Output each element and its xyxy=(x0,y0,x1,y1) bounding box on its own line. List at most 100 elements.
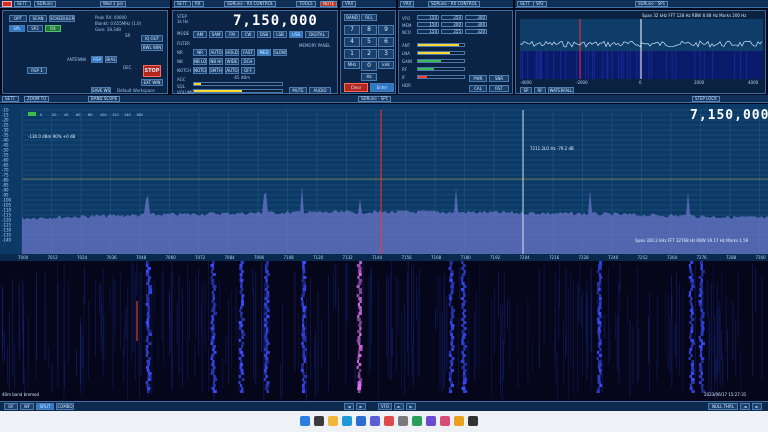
keypad-key[interactable]: 4 xyxy=(344,37,360,47)
settings-chip-rx[interactable]: SETT. xyxy=(174,1,191,7)
scheduler-button[interactable]: SCHEDULER xyxy=(49,15,75,22)
zoom-to-button[interactable]: ZOOM TO xyxy=(24,96,50,102)
band-button[interactable]: BAND xyxy=(344,14,360,21)
settings-icon[interactable] xyxy=(398,416,408,426)
mem-value-1[interactable]: 150 xyxy=(417,22,439,27)
agc-slow-button[interactable]: SLOW xyxy=(273,49,287,56)
mode-lsb-button[interactable]: LSB xyxy=(273,31,287,38)
nco-value-3[interactable]: 320 xyxy=(465,29,487,34)
settings-chip[interactable]: SETT. xyxy=(14,1,31,7)
right-next-icon[interactable]: ► xyxy=(752,403,762,410)
unit-khz-button[interactable]: kHz xyxy=(378,61,394,69)
start-icon[interactable] xyxy=(300,416,310,426)
rsp-select[interactable]: RSP 1 xyxy=(27,67,47,74)
gain-level-bar[interactable] xyxy=(417,67,465,71)
right-prev-icon[interactable]: ◄ xyxy=(740,403,750,410)
smooth-button[interactable]: SMTH xyxy=(209,67,223,74)
antenna-a-button[interactable]: RSP xyxy=(91,56,103,63)
agc-fast-button[interactable]: FAST xyxy=(241,49,255,56)
notch-auto-button[interactable]: AUTO xyxy=(225,67,239,74)
keypad-key[interactable]: 7 xyxy=(344,25,360,35)
mode-dsb-button[interactable]: DSB xyxy=(257,31,271,38)
vrx-chip-2[interactable]: VRX xyxy=(400,1,415,7)
clear-button[interactable]: Clear xyxy=(344,83,368,92)
keypad-key[interactable]: 9 xyxy=(378,25,394,35)
spectrum-graph[interactable]: -10-15-20-25-30-35-40-45-50-55-60-65-70-… xyxy=(0,104,768,254)
media-icon[interactable] xyxy=(440,416,450,426)
keypad-key[interactable]: 3 xyxy=(378,49,394,59)
notch-button[interactable]: NOTCH xyxy=(193,67,207,74)
keypad-key[interactable]: 6 xyxy=(378,37,394,47)
nco-value-1[interactable]: 150 xyxy=(417,29,439,34)
rcl-button[interactable]: RCL xyxy=(361,14,377,21)
snr-button[interactable]: SNR xyxy=(489,75,509,82)
search-icon[interactable] xyxy=(314,416,324,426)
scan-button[interactable]: SCAN xyxy=(29,15,47,22)
sp2-sp-button[interactable]: SP xyxy=(520,87,532,94)
rx-button[interactable]: RX xyxy=(45,25,61,32)
keypad-key[interactable]: 5 xyxy=(361,37,377,47)
rx-frequency-display[interactable]: 7,150,000 xyxy=(233,13,318,29)
files-icon[interactable] xyxy=(328,416,338,426)
store-icon[interactable] xyxy=(370,416,380,426)
note-chip[interactable]: NOTE xyxy=(320,1,338,7)
mode-sam-button[interactable]: SAM xyxy=(209,31,223,38)
sp1-button[interactable]: SPL xyxy=(9,25,25,32)
spectrum-display[interactable]: -10 -15 -20 -25 -30 -35 -40 -45 -50 -55 -60 -65 -70-… xyxy=(0,104,768,254)
null-thrl-button[interactable]: NULL THRL xyxy=(708,403,738,410)
mode-cw-button[interactable]: CW xyxy=(241,31,255,38)
of-button[interactable]: OF xyxy=(4,403,18,410)
chrome-icon[interactable] xyxy=(454,416,464,426)
forward-icon[interactable]: ► xyxy=(394,403,404,410)
mode-digital-button[interactable]: DIGITAL xyxy=(305,31,329,38)
sp2-button[interactable]: SP2 xyxy=(27,25,43,32)
keypad-key[interactable]: 8 xyxy=(361,25,377,35)
unit-hz-button[interactable]: Hz xyxy=(361,73,377,81)
gain-level-bar[interactable] xyxy=(417,59,465,63)
mode-usb-button[interactable]: USB xyxy=(289,31,303,38)
unit-mhz-button[interactable]: MHz xyxy=(344,61,360,69)
mode-fm-button[interactable]: FM xyxy=(225,31,239,38)
waterfall[interactable]: 40m band bremod 2023/06/17 15:27:31 xyxy=(0,261,768,401)
calendar-icon[interactable] xyxy=(412,416,422,426)
terminal-icon[interactable] xyxy=(468,416,478,426)
nb-lo-button[interactable]: NB LO xyxy=(193,58,207,65)
chat-icon[interactable] xyxy=(426,416,436,426)
step-lock-button[interactable]: STEP LOCK xyxy=(692,96,720,102)
sp2-rf-button[interactable]: RF xyxy=(534,87,546,94)
opt-button[interactable]: OPT xyxy=(9,15,27,22)
vfo-value-3[interactable]: 300 xyxy=(465,15,487,20)
save-ws-button[interactable]: SAVE WS xyxy=(91,87,111,94)
keypad-key[interactable]: 2 xyxy=(361,49,377,59)
audio-button[interactable]: AUDIO xyxy=(309,87,331,94)
next-icon[interactable]: ► xyxy=(356,403,366,410)
keypad-key[interactable]: 0 xyxy=(361,61,377,71)
combo-button[interactable]: COMBO xyxy=(56,403,74,410)
volume-slider[interactable] xyxy=(193,89,283,93)
mem-value-2[interactable]: 200 xyxy=(441,22,463,27)
settings-chip-sp[interactable]: SETT. xyxy=(517,1,534,7)
mode-am-button[interactable]: AM xyxy=(193,31,207,38)
squelch-slider[interactable] xyxy=(193,82,283,86)
vfo-button[interactable]: VFO xyxy=(378,403,392,410)
wide-button[interactable]: WIDE xyxy=(225,58,239,65)
agc-med-button[interactable]: MED xyxy=(257,49,271,56)
stop-button[interactable]: STOP xyxy=(143,65,161,77)
iq-out-button[interactable]: IQ OUT xyxy=(141,35,163,42)
forward-end-icon[interactable]: ► xyxy=(406,403,416,410)
photos-icon[interactable] xyxy=(384,416,394,426)
gain-level-bar[interactable] xyxy=(417,51,465,55)
vrx-chip[interactable]: VRX xyxy=(342,1,357,7)
ext-win-button[interactable]: EXT WIN xyxy=(141,79,163,86)
waterfall-graph[interactable] xyxy=(0,261,768,401)
spectrum-settings-button[interactable]: SETT. xyxy=(2,96,19,102)
band-scope-button[interactable]: BAND SCOPE xyxy=(88,96,121,102)
nb-hi-button[interactable]: NB HI xyxy=(209,58,223,65)
cal-button[interactable]: CAL xyxy=(469,85,487,92)
mute-button[interactable]: MUTE xyxy=(289,87,307,94)
sp2-waterfall-button[interactable]: WATERFALL xyxy=(548,87,574,94)
vfo-value-1[interactable]: 150 xyxy=(417,15,439,20)
edge-icon[interactable] xyxy=(342,416,352,426)
tools-chip[interactable]: TOOLS xyxy=(296,1,316,7)
bwl-win-button[interactable]: BWL WIN xyxy=(141,44,163,51)
